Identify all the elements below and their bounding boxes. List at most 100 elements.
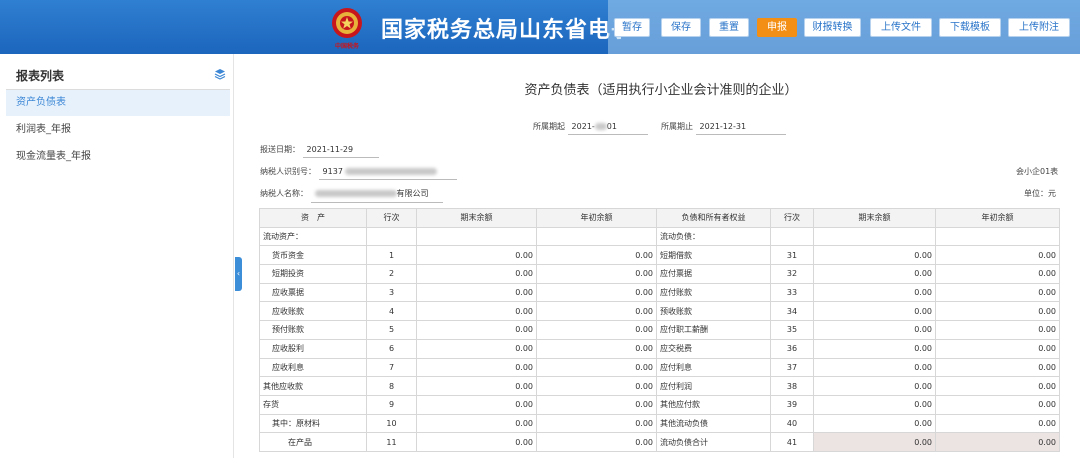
asset-end-balance-cell[interactable]: 0.00 xyxy=(416,245,537,266)
reset-button[interactable]: 重置 xyxy=(709,18,749,37)
liability-end-balance-cell[interactable]: 0.00 xyxy=(813,376,936,396)
liability-begin-balance-cell[interactable]: 0.00 xyxy=(935,320,1060,340)
asset-end-balance-cell[interactable]: 0.00 xyxy=(416,320,537,340)
liability-begin-balance-cell: 0.00 xyxy=(935,432,1060,452)
table-row: 应收利息 7 0.00 0.00 应付利息 37 0.00 0.00 xyxy=(259,357,1060,378)
sidebar-item-balance-sheet[interactable]: 资产负债表 xyxy=(6,90,230,116)
liability-begin-balance-cell[interactable]: 0.00 xyxy=(935,376,1060,396)
liability-name-cell: 应付利息 xyxy=(656,357,771,378)
layers-icon[interactable] xyxy=(214,68,226,80)
redacted-taxpayer-id xyxy=(345,168,438,175)
asset-name-cell: 预付账款 xyxy=(259,320,367,340)
asset-begin-balance-cell[interactable]: 0.00 xyxy=(536,245,657,266)
declare-button[interactable]: 申报 xyxy=(757,18,797,37)
asset-begin-balance-cell[interactable]: 0.00 xyxy=(536,357,657,378)
asset-begin-balance-cell[interactable]: 0.00 xyxy=(536,432,657,452)
table-row: 流动资产： 流动负债： xyxy=(259,226,1060,247)
liability-end-balance-cell xyxy=(813,226,936,247)
emblem-caption: 中国税务 xyxy=(335,42,360,50)
table-row: 应收账款 4 0.00 0.00 预收账款 34 0.00 0.00 xyxy=(259,301,1060,322)
asset-end-balance-cell[interactable]: 0.00 xyxy=(416,376,537,396)
liability-line-cell: 33 xyxy=(770,282,814,303)
liability-line-cell: 38 xyxy=(770,376,814,396)
asset-line-cell: 7 xyxy=(366,357,417,378)
liability-end-balance-cell[interactable]: 0.00 xyxy=(813,245,936,266)
liability-begin-balance-cell[interactable]: 0.00 xyxy=(935,282,1060,303)
liability-end-balance-cell[interactable]: 0.00 xyxy=(813,264,936,284)
upload-notes-button[interactable]: 上传附注 xyxy=(1008,18,1070,37)
liability-begin-balance-cell[interactable]: 0.00 xyxy=(935,301,1060,322)
asset-begin-balance-cell[interactable]: 0.00 xyxy=(536,338,657,359)
sidebar-item-income-statement[interactable]: 利润表_年报 xyxy=(6,117,230,143)
asset-end-balance-cell[interactable]: 0.00 xyxy=(416,301,537,322)
period-end-field: 所属期止 2021-12-31 xyxy=(661,121,786,135)
liability-end-balance-cell[interactable]: 0.00 xyxy=(813,282,936,303)
liability-begin-balance-cell[interactable]: 0.00 xyxy=(935,245,1060,266)
asset-line-cell: 1 xyxy=(366,245,417,266)
liability-end-balance-cell[interactable]: 0.00 xyxy=(813,320,936,340)
asset-end-balance-cell[interactable]: 0.00 xyxy=(416,432,537,452)
sidebar-header: 报表列表 xyxy=(6,62,230,90)
asset-begin-balance-cell[interactable]: 0.00 xyxy=(536,264,657,284)
liability-begin-balance-cell[interactable]: 0.00 xyxy=(935,338,1060,359)
liability-line-cell: 41 xyxy=(770,432,814,452)
asset-end-balance-cell[interactable]: 0.00 xyxy=(416,282,537,303)
asset-name-cell: 流动资产： xyxy=(259,226,367,247)
asset-line-cell: 5 xyxy=(366,320,417,340)
sidebar-item-cash-flow[interactable]: 现金流量表_年报 xyxy=(6,144,230,170)
asset-end-balance-cell[interactable]: 0.00 xyxy=(416,338,537,359)
liability-begin-balance-cell[interactable]: 0.00 xyxy=(935,413,1060,434)
report-date-input[interactable]: 2021-11-29 xyxy=(302,145,379,158)
asset-line-cell: 11 xyxy=(366,432,417,452)
report-date-label: 报送日期： xyxy=(260,145,300,154)
app-title: 国家税务总局山东省电子税 xyxy=(381,18,621,43)
asset-name-cell: 其中：原材料 xyxy=(259,413,367,434)
sidebar-collapse-handle[interactable]: ‹ xyxy=(235,257,242,291)
liability-end-balance-cell[interactable]: 0.00 xyxy=(813,338,936,359)
asset-begin-balance-cell[interactable]: 0.00 xyxy=(536,376,657,396)
col-header-liability: 负债和所有者权益 xyxy=(656,208,771,228)
liability-name-cell: 其他流动负债 xyxy=(656,413,771,434)
asset-end-balance-cell[interactable]: 0.00 xyxy=(416,394,537,415)
asset-begin-balance-cell[interactable]: 0.00 xyxy=(536,394,657,415)
asset-begin-balance-cell[interactable]: 0.00 xyxy=(536,320,657,340)
liability-begin-balance-cell[interactable]: 0.00 xyxy=(935,264,1060,284)
table-row: 应收票据 3 0.00 0.00 应付账款 33 0.00 0.00 xyxy=(259,282,1060,303)
taxpayer-id-prefix: 9137 xyxy=(322,167,343,176)
asset-begin-balance-cell[interactable]: 0.00 xyxy=(536,413,657,434)
table-row: 预付账款 5 0.00 0.00 应付职工薪酬 35 0.00 0.00 xyxy=(259,320,1060,340)
upload-file-button[interactable]: 上传文件 xyxy=(870,18,932,37)
download-template-button[interactable]: 下载模板 xyxy=(939,18,1001,37)
asset-end-balance-cell[interactable]: 0.00 xyxy=(416,357,537,378)
asset-line-cell: 3 xyxy=(366,282,417,303)
temp-save-button[interactable]: 暂存 xyxy=(614,18,650,37)
asset-begin-balance-cell[interactable]: 0.00 xyxy=(536,301,657,322)
asset-name-cell: 应收利息 xyxy=(259,357,367,378)
liability-end-balance-cell[interactable]: 0.00 xyxy=(813,394,936,415)
taxpayer-name-field: 纳税人名称： 有限公司 xyxy=(260,188,443,203)
liability-begin-balance-cell[interactable]: 0.00 xyxy=(935,394,1060,415)
asset-name-cell: 存货 xyxy=(259,394,367,415)
asset-line-cell: 6 xyxy=(366,338,417,359)
liability-end-balance-cell[interactable]: 0.00 xyxy=(813,357,936,378)
asset-begin-balance-cell[interactable]: 0.00 xyxy=(536,282,657,303)
save-button[interactable]: 保存 xyxy=(661,18,701,37)
asset-begin-balance-cell xyxy=(536,226,657,247)
table-row: 短期投资 2 0.00 0.00 应付票据 32 0.00 0.00 xyxy=(259,264,1060,284)
period-start-input[interactable]: 2021- 01 xyxy=(567,122,648,135)
liability-end-balance-cell[interactable]: 0.00 xyxy=(813,413,936,434)
liability-end-balance-cell: 0.00 xyxy=(813,432,936,452)
liability-line-cell: 31 xyxy=(770,245,814,266)
liability-name-cell: 其他应付款 xyxy=(656,394,771,415)
asset-name-cell: 应收股利 xyxy=(259,338,367,359)
col-header-liability-line: 行次 xyxy=(770,208,814,228)
asset-end-balance-cell[interactable]: 0.00 xyxy=(416,264,537,284)
financial-convert-button[interactable]: 财报转换 xyxy=(804,18,861,37)
liability-name-cell: 短期借款 xyxy=(656,245,771,266)
asset-name-cell: 应收票据 xyxy=(259,282,367,303)
liability-begin-balance-cell[interactable]: 0.00 xyxy=(935,357,1060,378)
period-end-input[interactable]: 2021-12-31 xyxy=(695,122,786,135)
asset-end-balance-cell[interactable]: 0.00 xyxy=(416,413,537,434)
liability-name-cell: 应付票据 xyxy=(656,264,771,284)
liability-end-balance-cell[interactable]: 0.00 xyxy=(813,301,936,322)
